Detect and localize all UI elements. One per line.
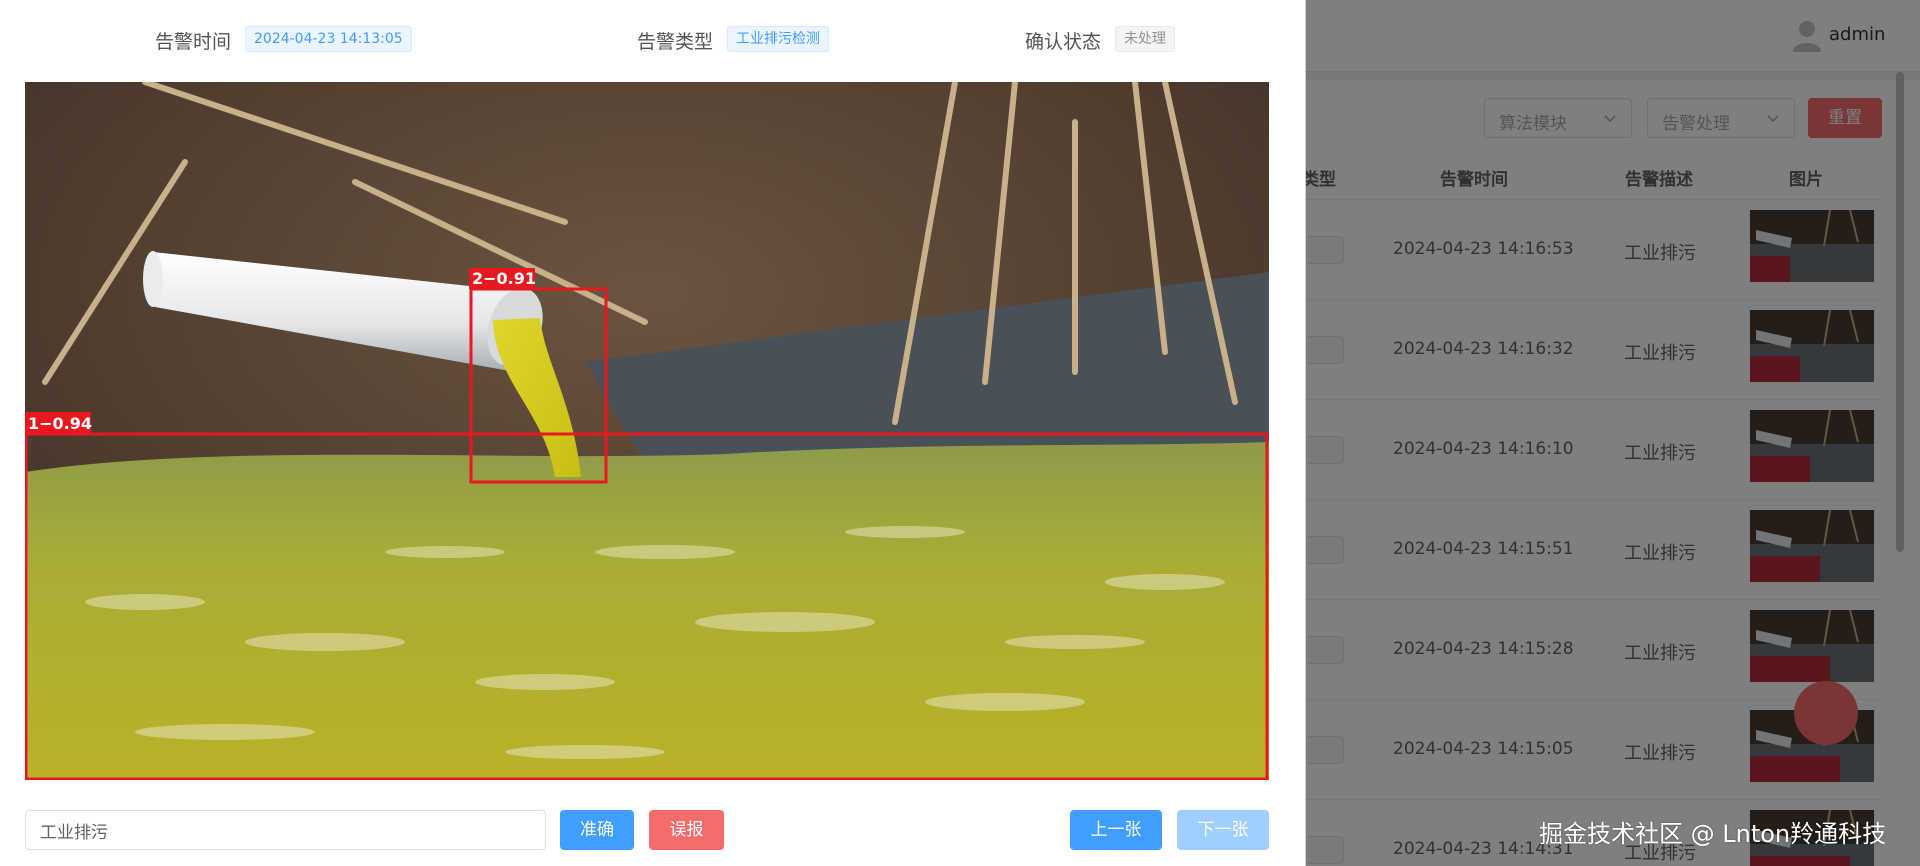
false-alarm-button[interactable]: 误报 — [649, 810, 724, 850]
detection-box-1-label: 1−0.94 — [28, 414, 92, 433]
confirm-status-label: 确认状态 — [1025, 31, 1102, 53]
alarm-type-label: 告警类型 — [637, 31, 714, 53]
confirm-status-tag: 未处理 — [1115, 26, 1175, 52]
next-image-button[interactable]: 下一张 — [1177, 810, 1269, 850]
detection-box-2-label: 2−0.91 — [472, 269, 536, 288]
alarm-detail-dialog: 告警时间 2024-04-23 14:13:05 告警类型 工业排污检测 确认状… — [0, 0, 1306, 866]
alarm-time-tag: 2024-04-23 14:13:05 — [245, 26, 412, 52]
previous-image-button[interactable]: 上一张 — [1070, 810, 1162, 850]
alarm-time-label: 告警时间 — [155, 31, 232, 53]
alarm-description-input[interactable] — [25, 810, 546, 850]
accurate-button[interactable]: 准确 — [560, 810, 634, 850]
watermark-text: 掘金技术社区 @ Lnton羚通科技 — [1539, 820, 1887, 848]
alarm-type-tag: 工业排污检测 — [727, 26, 829, 52]
alarm-snapshot-image: 1−0.94 2−0.91 — [25, 82, 1269, 780]
